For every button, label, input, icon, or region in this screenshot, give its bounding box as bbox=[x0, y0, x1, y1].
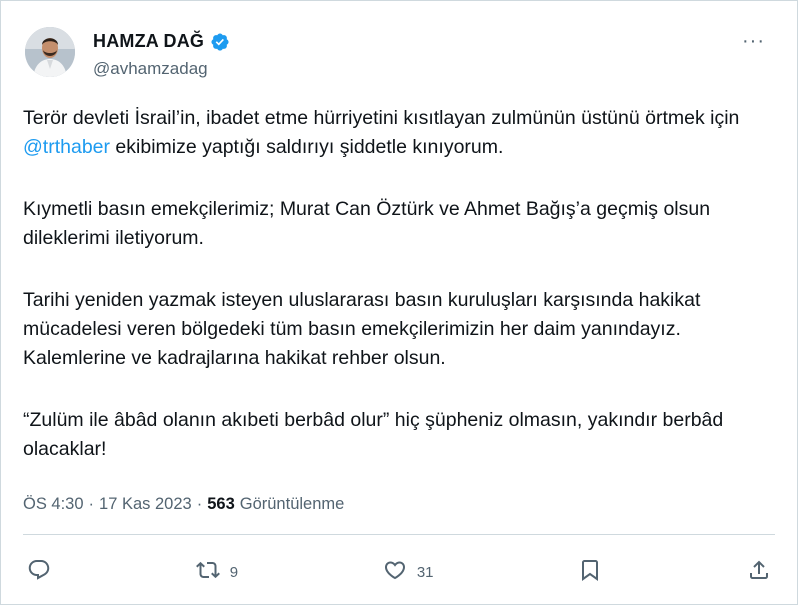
paragraph-text: Terör devleti İsrail’in, ibadet etme hür… bbox=[23, 107, 740, 129]
avatar-image bbox=[25, 27, 75, 77]
divider bbox=[23, 534, 775, 535]
views-label: Görüntülenme bbox=[239, 495, 345, 513]
share-icon bbox=[747, 558, 771, 586]
meta-separator: · bbox=[88, 495, 95, 513]
verified-badge-icon bbox=[210, 32, 230, 52]
tweet-date[interactable]: 17 Kas 2023 bbox=[99, 495, 192, 514]
action-bar: 9 31 bbox=[27, 555, 771, 589]
share-button[interactable] bbox=[747, 558, 771, 586]
author-name[interactable]: HAMZA DAĞ bbox=[93, 31, 204, 52]
like-count: 31 bbox=[416, 563, 434, 581]
retweet-icon bbox=[195, 558, 220, 586]
views-count: 563 bbox=[207, 495, 235, 513]
tweet-paragraph: Terör devleti İsrail’in, ibadet etme hür… bbox=[23, 104, 763, 162]
heart-icon bbox=[383, 558, 407, 586]
author-handle[interactable]: @avhamzadag bbox=[93, 59, 208, 79]
tweet-paragraph: Kıymetli basın emekçilerimiz; Murat Can … bbox=[23, 198, 711, 249]
reply-icon bbox=[27, 558, 51, 586]
bookmark-button[interactable] bbox=[578, 558, 602, 586]
tweet-text: Terör devleti İsrail’in, ibadet etme hür… bbox=[23, 104, 763, 497]
meta-separator: · bbox=[196, 495, 203, 513]
tweet-time[interactable]: ÖS 4:30 bbox=[23, 495, 84, 514]
mention-link[interactable]: @trthaber bbox=[23, 136, 110, 158]
author-name-row: HAMZA DAĞ bbox=[93, 31, 230, 52]
tweet-paragraph: Tarihi yeniden yazmak isteyen uluslarara… bbox=[23, 289, 701, 369]
tweet-meta: ÖS 4:30 · 17 Kas 2023 · 563 Görüntülenme bbox=[23, 495, 344, 514]
reply-button[interactable] bbox=[27, 558, 51, 586]
like-button[interactable]: 31 bbox=[383, 558, 434, 586]
tweet-card: HAMZA DAĞ @avhamzadag ··· Terör devleti … bbox=[0, 0, 798, 605]
bookmark-icon bbox=[578, 558, 602, 586]
avatar[interactable] bbox=[25, 27, 75, 77]
retweet-button[interactable]: 9 bbox=[195, 558, 239, 586]
paragraph-text: ekibimize yaptığı saldırıyı şiddetle kın… bbox=[110, 136, 504, 158]
retweet-count: 9 bbox=[229, 563, 239, 581]
more-options-button[interactable]: ··· bbox=[742, 31, 765, 51]
tweet-paragraph: “Zulüm ile âbâd olanın akıbeti berbâd ol… bbox=[23, 409, 724, 460]
